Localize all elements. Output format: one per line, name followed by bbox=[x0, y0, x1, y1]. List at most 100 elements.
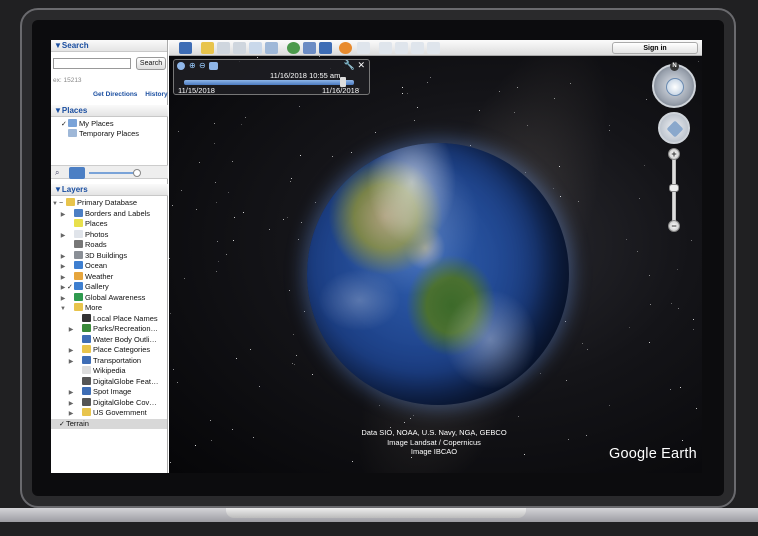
layer-us-government[interactable]: ▶ US Government bbox=[67, 408, 147, 419]
expand-down-icon[interactable]: ▼ bbox=[59, 304, 67, 315]
star bbox=[304, 311, 305, 312]
layer-wikipedia[interactable]: Wikipedia bbox=[67, 366, 126, 377]
layer-spot-image[interactable]: ▶ Spot Image bbox=[67, 387, 131, 398]
star bbox=[214, 123, 215, 124]
zoom-in-time-icon[interactable]: ⊕ bbox=[189, 61, 196, 70]
sky-icon[interactable] bbox=[319, 42, 332, 54]
clock-icon[interactable] bbox=[177, 62, 185, 70]
sidebar-toggle-icon[interactable] bbox=[179, 42, 192, 54]
layer-label: Water Body Outli… bbox=[93, 334, 157, 344]
expand-down-icon[interactable]: ▼ bbox=[51, 199, 59, 210]
ruler-icon[interactable] bbox=[357, 42, 370, 54]
layer-primary-database[interactable]: ▼− Primary Database bbox=[51, 198, 137, 209]
sunlight-icon[interactable] bbox=[303, 42, 316, 54]
time-track[interactable] bbox=[184, 80, 354, 85]
historical-imagery-icon[interactable] bbox=[287, 42, 300, 54]
star bbox=[691, 240, 692, 241]
tree-item-temporary-places[interactable]: Temporary Places bbox=[68, 129, 139, 140]
layer-label: Spot Image bbox=[93, 387, 132, 396]
overlay-icon[interactable] bbox=[249, 42, 262, 54]
star bbox=[300, 155, 301, 156]
transparency-slider-thumb[interactable] bbox=[133, 169, 141, 177]
layer-more[interactable]: ▼ More bbox=[59, 303, 102, 314]
layer-checkbox[interactable]: ✓ bbox=[59, 420, 66, 431]
layer-terrain[interactable]: ✓Terrain bbox=[51, 418, 167, 431]
places-section-header[interactable]: ▼Places bbox=[51, 105, 168, 117]
zoom-in-button[interactable]: + bbox=[668, 148, 680, 160]
layer-label: Parks/Recreation… bbox=[93, 324, 159, 333]
animate-icon[interactable] bbox=[209, 62, 218, 70]
search-section-header[interactable]: ▼Search bbox=[51, 40, 167, 52]
zoom-out-button[interactable]: − bbox=[668, 220, 680, 232]
layer-gallery[interactable]: ▶ ✓ Gallery bbox=[59, 282, 109, 293]
layer-photos[interactable]: ▶ Photos bbox=[59, 229, 108, 241]
email-icon[interactable] bbox=[379, 42, 392, 54]
wrench-icon[interactable]: 🔧 bbox=[344, 60, 355, 71]
time-slider: ⊕ ⊖ 🔧 ✕ 11/16/2018 10:55 am 11/15/2018 1… bbox=[173, 59, 370, 95]
eye-icon[interactable] bbox=[666, 78, 684, 96]
panel-toggle-icon[interactable] bbox=[69, 167, 85, 179]
north-indicator[interactable]: N bbox=[670, 62, 679, 71]
star bbox=[559, 166, 560, 167]
layers-section-header[interactable]: ▼Layers bbox=[51, 184, 168, 196]
star bbox=[172, 205, 173, 206]
move-center-icon[interactable] bbox=[666, 120, 684, 138]
look-control[interactable]: N bbox=[652, 62, 696, 108]
star bbox=[404, 422, 405, 423]
star bbox=[677, 269, 678, 270]
places-slider-bar: ⌕ bbox=[51, 165, 168, 179]
star bbox=[693, 329, 694, 330]
search-icon[interactable]: ⌕ bbox=[55, 168, 65, 178]
check-icon[interactable]: ✓ bbox=[61, 120, 68, 131]
layer-label: Primary Database bbox=[77, 198, 138, 207]
sign-in-button[interactable]: Sign in bbox=[612, 42, 698, 54]
layer-icon bbox=[66, 198, 75, 206]
layer-icon bbox=[82, 345, 91, 353]
zoom-out-time-icon[interactable]: ⊖ bbox=[199, 61, 206, 70]
star bbox=[301, 222, 302, 223]
layer-places[interactable]: Places bbox=[59, 219, 108, 230]
search-button[interactable]: Search bbox=[136, 57, 166, 70]
layer-global-awareness[interactable]: ▶ Global Awareness bbox=[59, 292, 145, 304]
layer-water-body-outlines[interactable]: Water Body Outli… bbox=[67, 334, 157, 346]
layer-digitalglobe-coverage[interactable]: ▶ DigitalGlobe Cov… bbox=[67, 397, 157, 409]
layer-3d-buildings[interactable]: ▶ 3D Buildings bbox=[59, 250, 127, 262]
star bbox=[178, 131, 179, 132]
transparency-slider-track[interactable] bbox=[89, 172, 135, 174]
star bbox=[646, 99, 647, 100]
star bbox=[177, 382, 178, 383]
history-link[interactable]: History bbox=[145, 91, 167, 98]
placemark-icon[interactable] bbox=[201, 42, 214, 54]
tour-icon[interactable] bbox=[265, 42, 278, 54]
data-credits: Data SIO, NOAA, U.S. Navy, NGA, GEBCO Im… bbox=[319, 428, 549, 457]
star bbox=[644, 165, 645, 166]
layer-weather[interactable]: ▶ Weather bbox=[59, 271, 113, 283]
move-control[interactable] bbox=[658, 112, 690, 144]
maps-icon[interactable] bbox=[427, 42, 440, 54]
google-earth-window: ▼Search Search ex: 15213 Get Directions … bbox=[51, 40, 702, 473]
close-icon[interactable]: ✕ bbox=[357, 60, 365, 71]
layer-parks-recreation[interactable]: ▶ Parks/Recreation… bbox=[67, 324, 158, 335]
layer-ocean[interactable]: ▶ Ocean bbox=[59, 261, 107, 272]
save-image-icon[interactable] bbox=[411, 42, 424, 54]
zoom-slider-track[interactable] bbox=[672, 154, 676, 230]
star bbox=[678, 308, 679, 309]
tree-item-my-places[interactable]: ✓ My Places bbox=[61, 119, 114, 130]
path-icon[interactable] bbox=[233, 42, 246, 54]
layer-borders-and-labels[interactable]: ▶ Borders and Labels bbox=[59, 208, 150, 220]
earth-view[interactable]: ⊕ ⊖ 🔧 ✕ 11/16/2018 10:55 am 11/15/2018 1… bbox=[169, 56, 702, 473]
layer-local-place-names[interactable]: Local Place Names bbox=[67, 313, 158, 325]
star bbox=[649, 342, 650, 343]
get-directions-link[interactable]: Get Directions bbox=[93, 91, 137, 98]
layer-transportation[interactable]: ▶ Transportation bbox=[67, 355, 141, 367]
star bbox=[565, 321, 566, 322]
zoom-slider-thumb[interactable] bbox=[669, 184, 679, 192]
print-icon[interactable] bbox=[395, 42, 408, 54]
polygon-icon[interactable] bbox=[217, 42, 230, 54]
search-input[interactable] bbox=[53, 58, 131, 69]
planet-icon[interactable] bbox=[339, 42, 352, 54]
layer-digitalglobe-featured[interactable]: DigitalGlobe Feat… bbox=[67, 376, 158, 388]
layer-roads[interactable]: Roads bbox=[59, 240, 107, 251]
star bbox=[375, 132, 376, 133]
layer-place-categories[interactable]: ▶ Place Categories bbox=[67, 345, 150, 356]
